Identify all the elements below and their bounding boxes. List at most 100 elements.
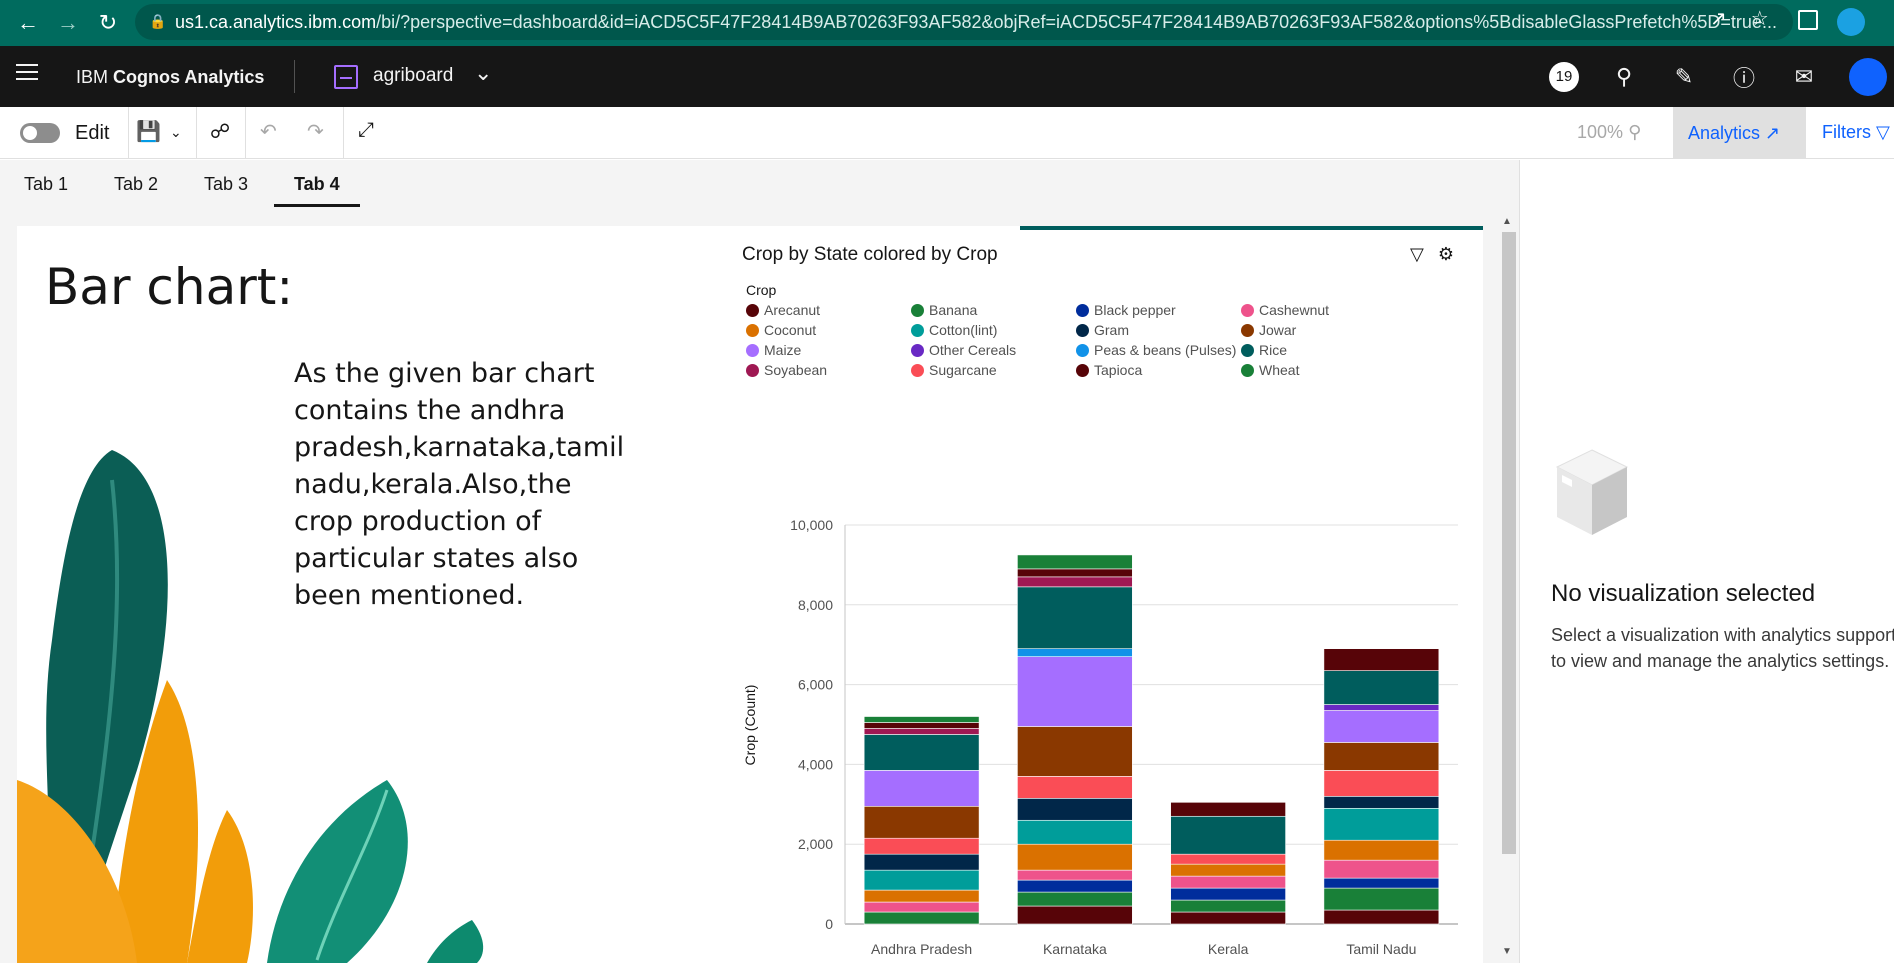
save-icon[interactable]: 💾 (136, 119, 161, 144)
toolbar-divider (196, 107, 197, 159)
legend-item[interactable]: Wheat (1241, 362, 1299, 378)
legend-item[interactable]: Coconut (746, 322, 816, 338)
legend-label: Rice (1259, 342, 1288, 358)
chart-title: Crop by State colored by Crop (742, 244, 998, 265)
legend-swatch (1241, 343, 1254, 357)
legend-swatch (911, 323, 924, 337)
user-avatar-icon[interactable] (1834, 46, 1894, 107)
legend-label: Wheat (1259, 362, 1300, 378)
filters-panel-button[interactable]: Filters ▽ (1822, 122, 1890, 143)
legend-label: Coconut (764, 322, 817, 338)
notification-counter[interactable]: 19 (1534, 46, 1594, 107)
legend-item[interactable]: Soyabean (746, 362, 827, 378)
legend-label: Banana (929, 302, 978, 318)
legend-item[interactable]: Jowar (1241, 322, 1296, 338)
url-path: /bi/?perspective=dashboard&id=iACD5C5F47… (376, 11, 1777, 32)
canvas-headline: Bar chart: (45, 258, 294, 316)
legend-swatch (911, 303, 924, 317)
legend-swatch (1076, 323, 1089, 337)
legend-label: Tapioca (1094, 362, 1143, 378)
legend-swatch (746, 303, 759, 317)
legend-item[interactable]: Gram (1076, 322, 1129, 338)
redo-icon[interactable]: ↷ (307, 119, 324, 144)
share-page-icon[interactable]: ↗ (1710, 6, 1727, 31)
product-name: IBM Cognos Analytics (76, 67, 265, 87)
extension-icon[interactable] (1837, 8, 1865, 36)
legend-item[interactable]: Cashewnut (1241, 302, 1329, 318)
legend-label: Cotton(lint) (929, 322, 998, 338)
legend-item[interactable]: Black pepper (1076, 302, 1176, 318)
toolbar-divider (343, 107, 344, 159)
empty-state-description: Select a visualization with analytics su… (1551, 625, 1894, 671)
legend-item[interactable]: Cotton(lint) (911, 322, 997, 338)
legend-label: Arecanut (764, 302, 821, 318)
help-icon[interactable]: ⓘ (1714, 46, 1774, 107)
legend-swatch (746, 323, 759, 337)
legend-swatch (1076, 343, 1089, 357)
lock-icon: 🔒 (149, 13, 167, 29)
edit-label: Edit (75, 122, 110, 144)
menu-icon[interactable] (16, 64, 38, 85)
reload-icon[interactable]: ↻ (88, 3, 128, 43)
legend-item[interactable]: Peas & beans (Pulses) (1076, 342, 1236, 358)
browser-toolbar: ← → ↻ 🔒 us1.ca.analytics.ibm.com/bi/?per… (0, 0, 1894, 46)
chart-settings-icon[interactable]: ⚙ (1438, 244, 1454, 265)
header-divider (294, 60, 295, 93)
filter-icon: ▽ (1876, 122, 1890, 142)
empty-state-title: No visualization selected (1551, 580, 1816, 607)
legend-item[interactable]: Sugarcane (911, 362, 997, 378)
legend-swatch (1241, 303, 1254, 317)
back-arrow-icon[interactable]: ← (8, 3, 48, 43)
tab-4[interactable]: Tab 4 (294, 174, 340, 195)
chevron-down-icon[interactable]: ⌄ (474, 60, 492, 86)
bookmark-star-icon[interactable]: ☆ (1751, 6, 1769, 31)
bell-icon[interactable]: ✉ (1774, 46, 1834, 107)
side-panel-icon[interactable] (1798, 10, 1818, 30)
legend-item[interactable]: Maize (746, 342, 801, 358)
legend-swatch (1241, 363, 1254, 377)
search-icon[interactable]: ⚲ (1594, 46, 1654, 107)
scrollbar-thumb[interactable] (1502, 232, 1516, 854)
analytics-panel: No visualization selected Select a visua… (1519, 160, 1894, 963)
legend-label: Sugarcane (929, 362, 997, 378)
address-bar[interactable]: 🔒 us1.ca.analytics.ibm.com/bi/?perspecti… (135, 4, 1793, 40)
undo-icon[interactable]: ↶ (260, 119, 277, 144)
app-header: IBM Cognos Analytics agriboard ⌄ 19 ⚲ ✎ … (0, 46, 1894, 107)
legend-label: Soyabean (764, 362, 828, 378)
scroll-up-icon[interactable]: ▲ (1502, 216, 1512, 227)
canvas-description: As the given bar chart contains the andh… (294, 358, 625, 611)
legend-item[interactable]: Rice (1241, 342, 1287, 358)
legend-label: Peas & beans (Pulses) (1094, 342, 1237, 358)
scroll-down-icon[interactable]: ▼ (1502, 946, 1512, 957)
chat-icon[interactable]: ✎ (1654, 46, 1714, 107)
line-chart-icon: ↗ (1765, 122, 1781, 143)
legend-swatch (911, 343, 924, 357)
tab-2[interactable]: Tab 2 (114, 174, 158, 195)
tab-1[interactable]: Tab 1 (24, 174, 68, 195)
legend-label: Gram (1094, 322, 1129, 338)
fullscreen-icon[interactable]: ⤢ (358, 119, 374, 142)
analytics-panel-button[interactable]: Analytics ↗ (1673, 107, 1806, 159)
zoom-level: 100% ⚲ (1577, 122, 1642, 142)
active-tab-indicator (274, 204, 360, 207)
legend-item[interactable]: Tapioca (1076, 362, 1142, 378)
tab-3[interactable]: Tab 3 (204, 174, 248, 195)
dashboard-name[interactable]: agriboard (373, 65, 453, 87)
legend-label: Black pepper (1094, 302, 1176, 318)
zoom-icon: ⚲ (1628, 122, 1642, 142)
legend-item[interactable]: Other Cereals (911, 342, 1016, 358)
dashboard-tabs: Tab 1 Tab 2 Tab 3 Tab 4 (0, 160, 1519, 210)
save-menu-chevron-icon[interactable]: ⌄ (170, 124, 182, 141)
dashboard-toolbar: Edit 💾 ⌄ ☍ ↶ ↷ ⤢ 100% ⚲ Analytics ↗ Filt… (0, 107, 1894, 159)
legend-item[interactable]: Banana (911, 302, 977, 318)
legend-swatch (1076, 303, 1089, 317)
chart-filter-icon[interactable]: ▽ (1410, 244, 1424, 265)
legend-swatch (911, 363, 924, 377)
legend-label: Cashewnut (1259, 302, 1330, 318)
legend-title: Crop (746, 282, 777, 298)
legend-item[interactable]: Arecanut (746, 302, 820, 318)
forward-arrow-icon[interactable]: → (48, 3, 88, 43)
share-icon[interactable]: ☍ (210, 119, 230, 144)
edit-toggle[interactable] (20, 123, 60, 143)
legend-label: Maize (764, 342, 802, 358)
